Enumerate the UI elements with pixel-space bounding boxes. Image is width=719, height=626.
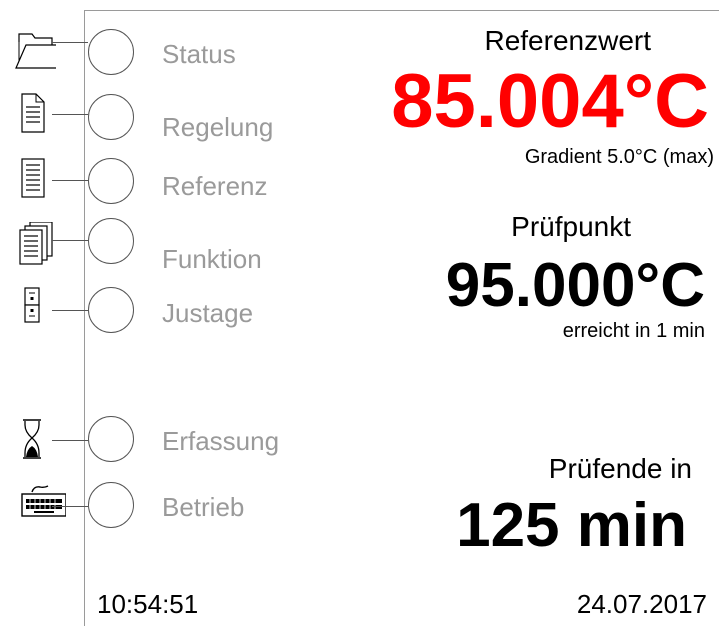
menu-label-status: Status xyxy=(162,39,236,69)
erfassung-button[interactable] xyxy=(88,416,134,462)
hourglass-icon xyxy=(23,419,41,459)
referenz-button[interactable] xyxy=(88,158,134,204)
betrieb-button[interactable] xyxy=(88,482,134,528)
menu-label-betrieb: Betrieb xyxy=(162,492,245,522)
current-date: 24.07.2017 xyxy=(576,589,707,619)
justage-button[interactable] xyxy=(88,287,134,333)
testpoint-label: Prüfpunkt xyxy=(511,211,631,242)
funktion-button[interactable] xyxy=(88,218,134,264)
stacked-documents-icon xyxy=(19,222,53,265)
menu-connector xyxy=(52,180,88,181)
menu-item-referenz[interactable]: Referenz xyxy=(0,158,330,220)
testpoint-reached: erreicht in 1 min xyxy=(562,320,705,342)
menu-connector xyxy=(52,440,88,441)
document-icon xyxy=(21,93,45,133)
clock-time: 10:54:51 xyxy=(97,589,199,619)
menu-connector xyxy=(52,42,88,43)
folder-icon xyxy=(15,33,56,69)
menu-label-justage: Justage xyxy=(162,298,254,328)
keyboard-icon xyxy=(21,485,66,517)
frame-divider-horizontal xyxy=(84,10,719,11)
menu-label-funktion: Funktion xyxy=(162,244,262,274)
menu-connector xyxy=(52,114,88,115)
menu-label-erfassung: Erfassung xyxy=(162,426,280,456)
regelung-button[interactable] xyxy=(88,94,134,140)
menu-item-erfassung[interactable]: Erfassung xyxy=(0,416,330,476)
adjustment-icon xyxy=(24,287,40,323)
menu-label-regelung: Regelung xyxy=(162,112,274,142)
menu-item-regelung[interactable]: Regelung xyxy=(0,93,330,156)
menu-item-funktion[interactable]: Funktion xyxy=(0,218,330,282)
test-end-value: 125 min xyxy=(456,491,687,560)
menu-connector xyxy=(52,506,88,507)
list-document-icon xyxy=(21,158,45,198)
testpoint-value: 95.000°C xyxy=(445,251,705,320)
reference-value: 85.004°C xyxy=(391,59,709,144)
gradient-text: Gradient 5.0°C (max) xyxy=(524,146,714,168)
test-end-label: Prüfende in xyxy=(548,453,692,484)
menu-item-justage[interactable]: Justage xyxy=(0,286,330,346)
status-button[interactable] xyxy=(88,29,134,75)
menu-label-referenz: Referenz xyxy=(162,171,268,201)
reference-label: Referenzwert xyxy=(484,25,651,56)
menu-item-betrieb[interactable]: Betrieb xyxy=(0,482,330,542)
menu-item-status[interactable]: Status xyxy=(0,29,330,92)
menu-connector xyxy=(52,310,88,311)
menu-connector xyxy=(52,240,88,241)
